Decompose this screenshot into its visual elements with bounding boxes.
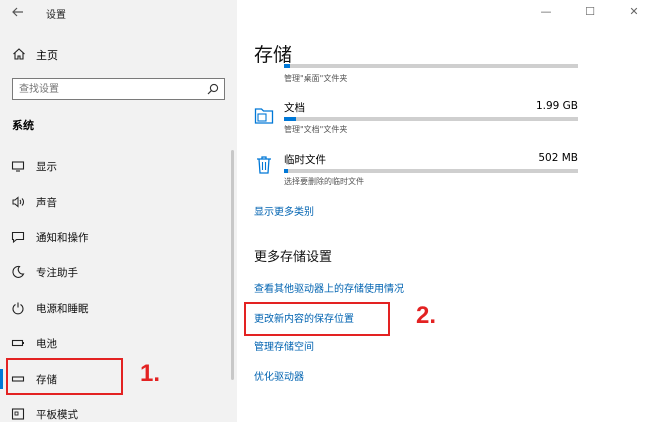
view-other-drives-link[interactable]: 查看其他驱动器上的存储使用情况 (254, 280, 404, 295)
back-arrow-icon (12, 7, 23, 17)
trash-icon (257, 156, 271, 174)
storage-entry-caption: 管理"文档"文件夹 (284, 125, 348, 134)
battery-icon (11, 339, 24, 347)
sidebar-item-sound[interactable]: 声音 (0, 189, 237, 215)
storage-entry-size: 502 MB (538, 152, 578, 164)
storage-entry-documents[interactable]: 文档 1.99 GB 管理"文档"文件夹 (254, 100, 584, 136)
app-title: 设置 (46, 10, 66, 21)
annotation-box-storage (6, 358, 123, 395)
storage-bar-fill (284, 169, 288, 173)
storage-bar (284, 64, 578, 68)
sidebar-item-tablet-mode[interactable]: 平板模式 (0, 401, 237, 422)
search-box[interactable] (12, 78, 225, 100)
nav-home-label: 主页 (36, 49, 58, 62)
annotation-step-2: 2. (416, 302, 437, 329)
sidebar-item-label: 专注助手 (36, 267, 78, 279)
maximize-button[interactable]: ☐ (580, 4, 600, 20)
section-label-system: 系统 (12, 119, 34, 132)
sidebar-item-display[interactable]: 显示 (0, 153, 237, 179)
nav-home[interactable]: 主页 (0, 42, 237, 66)
tablet-icon (11, 408, 25, 420)
sidebar-item-focus-assist[interactable]: 专注助手 (0, 259, 237, 285)
window-controls: — ☐ ✕ (530, 0, 650, 26)
main-panel: — ☐ ✕ 存储 管理"桌面"文件夹 文档 1.99 GB 管理"文档"文件夹 … (237, 0, 650, 422)
storage-entry-caption: 选择要删除的临时文件 (284, 177, 364, 186)
notification-icon (11, 231, 25, 244)
sidebar-scrollbar[interactable] (231, 150, 234, 380)
sidebar-item-label: 通知和操作 (36, 232, 89, 244)
annotation-box-save-location (244, 302, 390, 336)
sidebar-item-label: 声音 (36, 197, 57, 209)
more-storage-settings-title: 更多存储设置 (254, 250, 333, 265)
home-icon (13, 48, 25, 60)
manage-storage-spaces-link[interactable]: 管理存储空间 (254, 338, 314, 353)
sidebar-item-label: 显示 (36, 161, 57, 173)
storage-bar (284, 169, 578, 173)
monitor-icon (11, 161, 25, 172)
page-title: 存储 (254, 44, 293, 66)
selected-indicator (0, 369, 3, 389)
titlebar-left: 设置 (0, 0, 237, 28)
sidebar-item-label: 平板模式 (36, 409, 78, 421)
search-icon (207, 83, 219, 95)
moon-icon (12, 265, 25, 278)
search-input[interactable] (19, 81, 199, 97)
storage-entry-size: 1.99 GB (535, 100, 578, 112)
optimize-drives-link[interactable]: 优化驱动器 (254, 368, 304, 383)
storage-entry-temp-files[interactable]: 临时文件 502 MB 选择要删除的临时文件 (254, 152, 584, 188)
storage-bar-fill (284, 64, 290, 68)
sidebar-item-battery[interactable]: 电池 (0, 330, 237, 356)
minimize-button[interactable]: — (536, 4, 556, 20)
storage-entry-name: 临时文件 (284, 154, 326, 166)
power-icon (12, 302, 24, 315)
back-button[interactable] (8, 4, 28, 22)
sidebar-item-power-sleep[interactable]: 电源和睡眠 (0, 295, 237, 321)
folder-icon (254, 108, 274, 124)
speaker-icon (12, 196, 24, 208)
show-more-categories-link[interactable]: 显示更多类别 (254, 203, 314, 218)
storage-entry-desktop[interactable]: 管理"桌面"文件夹 (254, 64, 584, 84)
sidebar-item-notifications[interactable]: 通知和操作 (0, 224, 237, 250)
close-button[interactable]: ✕ (624, 4, 644, 20)
storage-entry-name: 文档 (284, 102, 305, 114)
annotation-step-1: 1. (140, 360, 161, 387)
storage-bar-fill (284, 117, 296, 121)
storage-bar (284, 117, 578, 121)
sidebar-item-label: 电池 (36, 338, 57, 350)
sidebar-item-label: 电源和睡眠 (36, 303, 89, 315)
storage-entry-caption: 管理"桌面"文件夹 (284, 74, 348, 83)
